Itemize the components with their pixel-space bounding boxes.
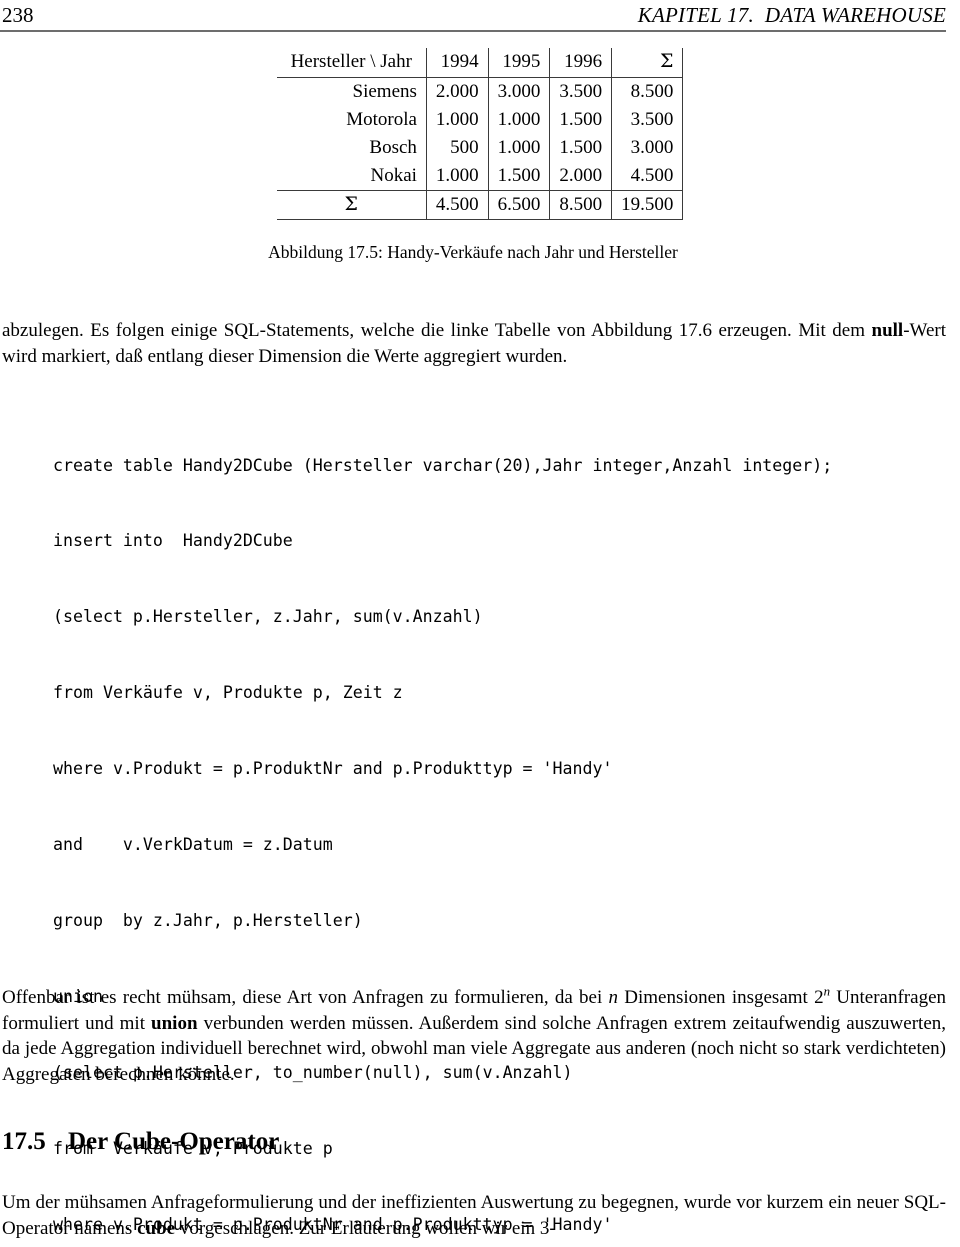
sales-pivot-table: Hersteller \ Jahr 1994 1995 1996 Σ Sieme… xyxy=(276,48,684,220)
table-col-header-1996: 1996 xyxy=(549,48,612,78)
code-line: group by z.Jahr, p.Hersteller) xyxy=(53,910,363,930)
cell-siemens-sum: 8.500 xyxy=(611,77,684,106)
cube-text-part2: vorgeschlagen. Zur Erläuterung wollen wi… xyxy=(175,1217,556,1239)
offenbar-text-part2: Dimensionen insgesamt 2 xyxy=(617,987,824,1008)
figure-17-5: Hersteller \ Jahr 1994 1995 1996 Σ Sieme… xyxy=(0,48,960,220)
table-total-row: Σ 4.500 6.500 8.500 19.500 xyxy=(276,190,684,220)
cell-nokai-1996: 2.000 xyxy=(549,162,612,191)
code-line: create table Handy2DCube (Hersteller var… xyxy=(53,455,833,475)
cell-nokai-1995: 1.500 xyxy=(487,162,550,191)
code-line: from Verkäufe v, Produkte p, Zeit z xyxy=(53,683,403,703)
math-variable-n: n xyxy=(608,987,618,1008)
row-label-nokai: Nokai xyxy=(370,165,417,186)
document-page: 238 KAPITEL 17. DATA WAREHOUSE Herstelle… xyxy=(0,0,960,1247)
cell-siemens-1995: 3.000 xyxy=(487,77,550,106)
cell-total-sum: 19.500 xyxy=(611,190,684,220)
cell-siemens-1994: 2.000 xyxy=(425,77,489,106)
cell-total-1996: 8.500 xyxy=(549,190,612,220)
intro-text-part1: abzulegen. Es folgen einige SQL-Statemen… xyxy=(2,320,872,341)
cell-nokai-sum: 4.500 xyxy=(611,162,684,191)
code-line: where v.Produkt = p.ProduktNr and p.Prod… xyxy=(53,759,613,779)
code-line: and v.VerkDatum = z.Datum xyxy=(53,835,333,855)
cell-motorola-1996: 1.500 xyxy=(549,106,612,134)
paragraph-intro: abzulegen. Es folgen einige SQL-Statemen… xyxy=(2,318,946,369)
cube-keyword-cube: cube xyxy=(137,1217,176,1239)
row-label-bosch: Bosch xyxy=(369,137,417,158)
table-col-header-sum: Σ xyxy=(611,48,684,78)
cell-bosch-sum: 3.000 xyxy=(611,134,684,162)
code-line: insert into Handy2DCube xyxy=(53,531,293,551)
paragraph-cube-intro: Um der mühsamen Anfrageformulierung und … xyxy=(2,1190,946,1241)
figure-caption: Abbildung 17.5: Handy-Verkäufe nach Jahr… xyxy=(268,242,678,262)
cell-total-1995: 6.500 xyxy=(487,190,550,220)
paragraph-offenbar: Offenbar ist es recht mühsam, diese Art … xyxy=(2,985,946,1087)
row-label-total: Σ xyxy=(276,190,427,220)
intro-keyword-null: null xyxy=(871,320,904,341)
table-row: Motorola 1.000 1.000 1.500 3.500 xyxy=(277,106,684,134)
cell-motorola-1995: 1.000 xyxy=(487,106,550,134)
offenbar-text-part1: Offenbar ist es recht mühsam, diese Art … xyxy=(2,987,609,1008)
cell-bosch-1995: 1.000 xyxy=(487,134,550,162)
cell-bosch-1996: 1.500 xyxy=(549,134,612,162)
header-rule xyxy=(0,30,946,32)
cell-bosch-1994: 500 xyxy=(425,134,489,162)
page-header: 238 KAPITEL 17. DATA WAREHOUSE xyxy=(0,2,946,30)
cell-total-1994: 4.500 xyxy=(425,190,489,220)
table-row: Siemens 2.000 3.000 3.500 8.500 xyxy=(276,77,684,106)
cell-motorola-sum: 3.500 xyxy=(611,106,684,134)
section-heading-17-5: 17.5 Der Cube-Operator xyxy=(2,1127,279,1157)
code-line: (select p.Hersteller, z.Jahr, sum(v.Anza… xyxy=(53,607,483,627)
table-row: Nokai 1.000 1.500 2.000 4.500 xyxy=(277,162,684,191)
row-label-motorola: Motorola xyxy=(346,109,417,130)
cell-siemens-1996: 3.500 xyxy=(549,77,612,106)
table-row: Bosch 500 1.000 1.500 3.000 xyxy=(277,134,684,162)
table-col-header-1995: 1995 xyxy=(487,48,550,78)
section-title: Der Cube-Operator xyxy=(68,1128,280,1155)
offenbar-keyword-union: union xyxy=(151,1012,198,1034)
table-header-row: Hersteller \ Jahr 1994 1995 1996 Σ xyxy=(277,48,684,78)
cell-motorola-1994: 1.000 xyxy=(425,106,489,134)
table-col-header-1994: 1994 xyxy=(425,48,489,78)
table-corner-header: Hersteller \ Jahr xyxy=(290,51,412,72)
chapter-running-title: KAPITEL 17. DATA WAREHOUSE xyxy=(637,3,946,27)
row-label-siemens: Siemens xyxy=(276,77,427,106)
cell-nokai-1994: 1.000 xyxy=(425,162,489,191)
sql-code-listing: create table Handy2DCube (Hersteller var… xyxy=(53,402,960,1247)
page-number: 238 xyxy=(2,3,34,27)
section-number: 17.5 xyxy=(2,1128,46,1155)
